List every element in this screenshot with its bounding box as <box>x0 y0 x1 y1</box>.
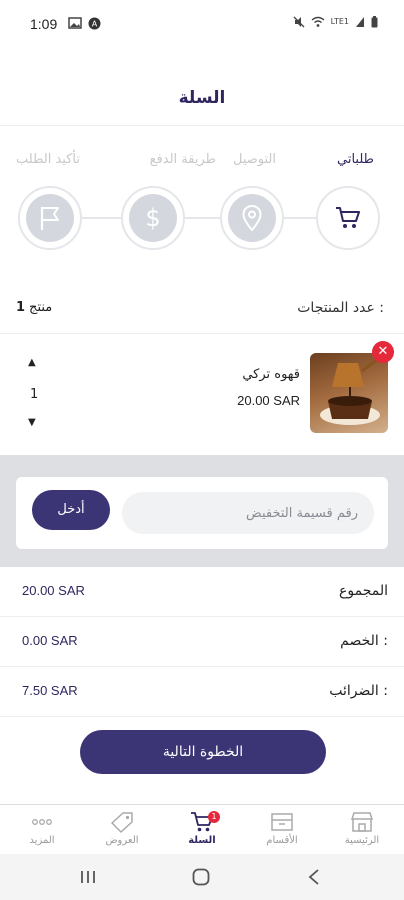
summary-tax-row: الضرائب : 7.50 SAR <box>0 667 404 717</box>
products-count-unit: منتج <box>29 300 53 315</box>
product-image <box>310 353 388 433</box>
wifi-icon <box>311 16 325 27</box>
image-icon <box>68 17 82 29</box>
page-title: السلة <box>178 88 226 108</box>
summary-total-value: 20.00 SAR <box>22 583 85 598</box>
store-icon <box>350 812 374 832</box>
coupon-input[interactable] <box>122 492 374 534</box>
coupon-section: أدخل <box>0 455 404 567</box>
nav-offers-label: العروض <box>105 835 139 846</box>
step-label-my-orders: طلباتي <box>337 152 374 167</box>
step-label-delivery: التوصيل <box>232 152 276 167</box>
quantity-stepper[interactable]: ▲ 1 ▼ <box>22 355 46 435</box>
cart-icon <box>336 207 360 228</box>
step-delivery[interactable] <box>220 186 284 250</box>
tag-icon <box>111 812 133 833</box>
checkout-steps-labels: طلباتي التوصيل طريقة الدفع تأكيد الطلب <box>0 152 404 172</box>
signal-icon <box>356 17 364 27</box>
nav-more-label: المزيد <box>29 835 55 846</box>
nav-home[interactable]: الرئيسية <box>322 811 402 855</box>
product-name: قهوه تركي <box>242 367 300 382</box>
steps-progress-line <box>60 217 360 219</box>
status-time: 1:09 <box>30 16 58 32</box>
nav-more[interactable]: المزيد <box>2 811 82 855</box>
step-my-orders[interactable] <box>316 186 380 250</box>
system-navigation-bar <box>0 854 404 900</box>
apply-coupon-button[interactable]: أدخل <box>32 490 110 530</box>
products-count-row: عدد المنتجات : 1 منتج <box>0 288 404 334</box>
step-confirm[interactable] <box>18 186 82 250</box>
summary-discount-label: الخصم : <box>340 633 388 649</box>
summary-tax-label: الضرائب : <box>329 683 388 699</box>
products-count-number: 1 <box>16 300 26 315</box>
battery-icon <box>371 16 378 28</box>
box-icon <box>271 813 293 831</box>
flag-icon <box>40 207 59 230</box>
quantity-increase-icon[interactable]: ▲ <box>28 357 36 368</box>
summary-total-label: المجموع <box>339 583 388 599</box>
summary-discount-row: الخصم : 0.00 SAR <box>0 617 404 667</box>
status-bar: 1:09 A LTE1 <box>0 0 404 52</box>
svg-text:$: $ <box>145 204 160 232</box>
mute-icon <box>293 16 305 28</box>
nav-home-label: الرئيسية <box>344 835 380 846</box>
svg-text:A: A <box>92 20 98 29</box>
status-left-icons: A <box>68 17 101 30</box>
home-icon[interactable] <box>192 868 210 886</box>
nav-categories[interactable]: الأقسام <box>242 811 322 855</box>
page-header: السلة <box>0 52 404 126</box>
back-icon[interactable] <box>308 869 320 885</box>
cart-badge: 1 <box>208 811 220 823</box>
summary-total-row: المجموع 20.00 SAR <box>0 567 404 617</box>
location-pin-icon <box>242 205 262 231</box>
nav-cart[interactable]: 1 السلة <box>162 811 242 855</box>
step-label-payment: طريقة الدفع <box>149 152 216 167</box>
signal-text: LTE1 <box>330 17 349 26</box>
summary-tax-value: 7.50 SAR <box>22 683 78 698</box>
app-badge-icon: A <box>88 17 101 30</box>
remove-item-button[interactable]: ✕ <box>372 341 394 363</box>
order-summary: المجموع 20.00 SAR الخصم : 0.00 SAR الضرا… <box>0 567 404 717</box>
status-right-icons: LTE1 <box>293 16 378 28</box>
quantity-value: 1 <box>30 387 39 402</box>
cart-item: ▲ 1 ▼ قهوه تركي 20.00 SAR ✕ <box>0 335 404 455</box>
bottom-navigation: الرئيسية الأقسام 1 السلة العروض المزيد <box>0 804 404 854</box>
nav-offers[interactable]: العروض <box>82 811 162 855</box>
step-label-confirm: تأكيد الطلب <box>16 152 80 167</box>
nav-categories-label: الأقسام <box>266 835 298 846</box>
step-payment[interactable]: $ <box>121 186 185 250</box>
more-dots-icon <box>32 819 52 825</box>
quantity-decrease-icon[interactable]: ▼ <box>28 417 36 428</box>
summary-discount-value: 0.00 SAR <box>22 633 78 648</box>
products-count-label: عدد المنتجات : <box>297 300 384 316</box>
products-count-value: 1 منتج <box>16 300 52 315</box>
coupon-card: أدخل <box>16 477 388 549</box>
recent-apps-icon[interactable] <box>80 870 96 884</box>
next-step-button[interactable]: الخطوة التالية <box>80 730 326 774</box>
dollar-icon: $ <box>145 204 160 232</box>
product-price: 20.00 SAR <box>237 393 300 408</box>
nav-cart-label: السلة <box>188 835 216 846</box>
